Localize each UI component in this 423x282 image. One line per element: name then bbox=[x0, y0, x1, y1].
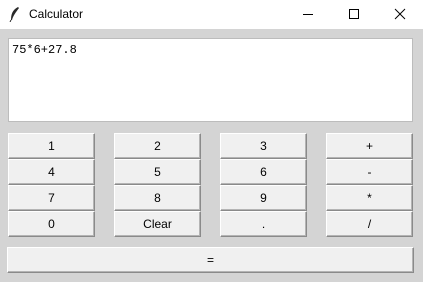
equals-button[interactable]: = bbox=[7, 247, 414, 273]
maximize-icon bbox=[349, 9, 359, 19]
display-field[interactable]: 75*6+27.8 bbox=[8, 38, 413, 122]
decimal-point-button[interactable]: . bbox=[220, 211, 307, 237]
close-button[interactable] bbox=[377, 0, 423, 29]
feather-icon bbox=[8, 6, 22, 23]
key-8-button[interactable]: 8 bbox=[114, 185, 201, 211]
key-2-button[interactable]: 2 bbox=[114, 133, 201, 159]
key-6-button[interactable]: 6 bbox=[220, 159, 307, 185]
divide-button[interactable]: / bbox=[326, 211, 413, 237]
minimize-icon bbox=[303, 14, 313, 15]
key-7-button[interactable]: 7 bbox=[8, 185, 95, 211]
close-icon bbox=[394, 8, 406, 20]
plus-button[interactable]: + bbox=[326, 133, 413, 159]
key-3-button[interactable]: 3 bbox=[220, 133, 307, 159]
maximize-button[interactable] bbox=[331, 0, 377, 29]
title-bar[interactable]: Calculator bbox=[0, 0, 423, 29]
key-4-button[interactable]: 4 bbox=[8, 159, 95, 185]
minimize-button[interactable] bbox=[285, 0, 331, 29]
clear-button[interactable]: Clear bbox=[114, 211, 201, 237]
key-0-button[interactable]: 0 bbox=[8, 211, 95, 237]
key-9-button[interactable]: 9 bbox=[220, 185, 307, 211]
minus-button[interactable]: - bbox=[326, 159, 413, 185]
window-title: Calculator bbox=[29, 7, 84, 21]
key-1-button[interactable]: 1 bbox=[8, 133, 95, 159]
key-5-button[interactable]: 5 bbox=[114, 159, 201, 185]
multiply-button[interactable]: * bbox=[326, 185, 413, 211]
